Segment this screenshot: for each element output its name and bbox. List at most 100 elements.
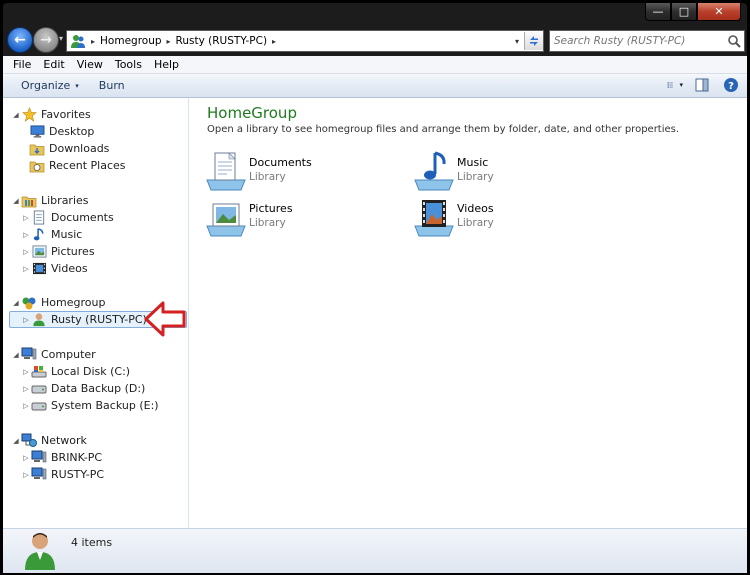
recent-pages-dropdown[interactable]: ▾ (59, 34, 63, 43)
explorer-window: — □ ✕ ← → ▾ ▸ Homegroup ▸ Rusty (RUSTY-P… (0, 0, 750, 575)
organize-dropdown-icon: ▾ (75, 81, 79, 90)
tree-label: Downloads (49, 142, 110, 155)
computer-icon (31, 467, 47, 483)
expand-arrow-icon[interactable]: ◢ (11, 111, 21, 119)
maximize-button[interactable]: □ (671, 3, 697, 21)
tree-label: Documents (51, 211, 114, 224)
tree-label: Libraries (41, 194, 89, 207)
search-input[interactable] (550, 34, 726, 48)
tree-videos[interactable]: ▷ Videos (3, 260, 188, 277)
hard-drive-icon (31, 398, 47, 414)
tree-system-backup-e[interactable]: ▷ System Backup (E:) (3, 397, 188, 414)
tree-data-backup-d[interactable]: ▷ Data Backup (D:) (3, 380, 188, 397)
tree-label: Music (51, 228, 83, 241)
music-library-icon (414, 151, 454, 191)
recent-places-icon (29, 158, 45, 174)
tree-brink-pc[interactable]: ▷ BRINK-PC (3, 449, 188, 466)
collapse-arrow-icon[interactable]: ▷ (21, 231, 31, 239)
navigation-row: ← → ▾ ▸ Homegroup ▸ Rusty (RUSTY-PC) ▸ ▾ (3, 25, 747, 55)
library-tile-pictures[interactable]: Pictures Library (205, 196, 405, 238)
breadcrumb-homegroup[interactable]: Homegroup (100, 35, 162, 47)
menu-view[interactable]: View (71, 58, 109, 71)
documents-library-icon (206, 152, 246, 191)
collapse-arrow-icon[interactable]: ▷ (21, 368, 31, 376)
toolbar-right-controls: ▾ ? (667, 77, 739, 93)
collapse-arrow-icon[interactable]: ▷ (21, 385, 31, 393)
collapse-arrow-icon[interactable]: ▷ (21, 214, 31, 222)
library-type: Library (249, 171, 286, 183)
collapse-arrow-icon[interactable]: ▷ (21, 454, 31, 462)
tree-rusty-pc[interactable]: ▷ RUSTY-PC (3, 466, 188, 483)
user-avatar-icon (25, 533, 55, 570)
tree-pictures[interactable]: ▷ Pictures (3, 243, 188, 260)
tree-computer[interactable]: ◢ Computer (3, 346, 188, 363)
organize-button[interactable]: Organize ▾ (3, 79, 89, 92)
library-tile-documents[interactable]: Documents Library (205, 150, 405, 192)
change-view-button[interactable]: ▾ (667, 77, 683, 93)
search-box[interactable] (549, 30, 745, 52)
tree-label: Favorites (41, 108, 91, 121)
content-pane: HomeGroup Open a library to see homegrou… (189, 98, 747, 528)
favorites-star-icon (21, 107, 37, 123)
menu-tools[interactable]: Tools (109, 58, 148, 71)
menu-edit[interactable]: Edit (37, 58, 70, 71)
preview-pane-icon (695, 78, 709, 92)
refresh-icon[interactable] (524, 32, 543, 50)
computer-icon (21, 347, 37, 363)
library-tile-videos[interactable]: Videos Library (413, 196, 613, 238)
tree-label: BRINK-PC (51, 451, 103, 464)
refresh-arrows-icon (530, 36, 538, 46)
tree-desktop[interactable]: Desktop (3, 123, 188, 140)
minimize-button[interactable]: — (645, 3, 671, 21)
collapse-arrow-icon[interactable]: ▷ (21, 402, 31, 410)
collapse-arrow-icon[interactable]: ▷ (21, 265, 31, 273)
tree-label: Local Disk (C:) (51, 365, 131, 378)
tree-libraries[interactable]: ◢ Libraries (3, 192, 188, 209)
breadcrumb-separator[interactable]: ▸ (91, 37, 95, 46)
close-button[interactable]: ✕ (697, 3, 741, 21)
tree-label: RUSTY-PC (51, 468, 105, 481)
collapse-arrow-icon[interactable]: ▷ (21, 248, 31, 256)
burn-button[interactable]: Burn (89, 79, 135, 92)
menu-file[interactable]: File (3, 58, 37, 71)
breadcrumb-rusty[interactable]: Rusty (RUSTY-PC) (176, 35, 268, 47)
tree-recent-places[interactable]: Recent Places (3, 157, 188, 174)
homegroup-icon (71, 35, 85, 48)
search-icon[interactable] (726, 33, 742, 49)
expand-arrow-icon[interactable]: ◢ (11, 299, 21, 307)
library-tile-music[interactable]: Music Library (413, 150, 613, 192)
hard-drive-icon (31, 381, 47, 397)
address-dropdown-icon[interactable]: ▾ (510, 37, 524, 46)
tree-downloads[interactable]: Downloads (3, 140, 188, 157)
menu-bar: File Edit View Tools Help (3, 56, 747, 74)
tree-documents[interactable]: ▷ Documents (3, 209, 188, 226)
window-frame: — □ ✕ ← → ▾ ▸ Homegroup ▸ Rusty (RUSTY-P… (3, 3, 747, 573)
tree-label: Desktop (49, 125, 95, 138)
tree-local-disk-c[interactable]: ▷ Local Disk (C:) (3, 363, 188, 380)
expand-arrow-icon[interactable]: ◢ (11, 351, 21, 359)
breadcrumb-separator[interactable]: ▸ (272, 37, 276, 46)
menu-help[interactable]: Help (148, 58, 185, 71)
address-bar[interactable]: ▸ Homegroup ▸ Rusty (RUSTY-PC) ▸ ▾ (66, 30, 544, 52)
organize-label: Organize (21, 79, 71, 92)
forward-button[interactable]: → (33, 27, 59, 53)
user-icon (31, 312, 47, 328)
preview-pane-button[interactable] (695, 77, 711, 93)
tree-label: Homegroup (41, 296, 106, 309)
expand-arrow-icon[interactable]: ◢ (11, 437, 21, 445)
library-name: Documents (249, 156, 312, 169)
tree-label: Videos (51, 262, 88, 275)
videos-icon (31, 261, 47, 277)
tree-music[interactable]: ▷ Music (3, 226, 188, 243)
expand-arrow-icon[interactable]: ◢ (11, 197, 21, 205)
tree-favorites[interactable]: ◢ Favorites (3, 106, 188, 123)
computer-icon (31, 450, 47, 466)
help-button[interactable]: ? (723, 77, 739, 93)
view-dropdown-icon[interactable]: ▾ (679, 81, 683, 89)
collapse-arrow-icon[interactable]: ▷ (21, 471, 31, 479)
tree-network[interactable]: ◢ Network (3, 432, 188, 449)
address-bar-controls: ▾ (510, 31, 543, 51)
back-button[interactable]: ← (7, 27, 33, 53)
breadcrumb-separator[interactable]: ▸ (167, 37, 171, 46)
collapse-arrow-icon[interactable]: ▷ (21, 316, 31, 324)
